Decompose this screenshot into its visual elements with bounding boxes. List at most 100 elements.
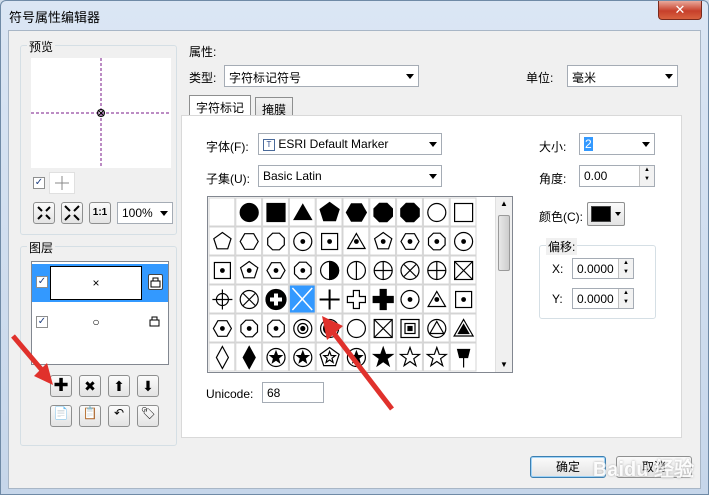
y-offset-spinner[interactable]: 0.0000 ▲ ▼ xyxy=(572,288,634,309)
paste-layer-button[interactable]: 📋 xyxy=(79,405,101,427)
angle-spinner[interactable]: 0.00 ▲ ▼ xyxy=(579,165,655,187)
glyph-cell[interactable] xyxy=(315,226,343,256)
glyph-cell[interactable] xyxy=(315,313,343,343)
move-down-button[interactable]: ⬇ xyxy=(137,375,159,397)
glyph-grid[interactable] xyxy=(208,197,496,372)
glyph-cell[interactable] xyxy=(396,197,423,227)
tab-mask[interactable]: 掩膜 xyxy=(255,97,294,117)
glyph-cell[interactable] xyxy=(288,284,316,314)
zoom-select[interactable]: 100% xyxy=(117,202,173,224)
move-up-button[interactable]: ⬆ xyxy=(108,375,130,397)
glyph-cell[interactable] xyxy=(235,284,263,314)
glyph-cell[interactable] xyxy=(208,284,236,314)
glyph-cell[interactable] xyxy=(369,197,397,227)
glyph-cell[interactable] xyxy=(288,197,316,227)
glyph-cell[interactable] xyxy=(369,313,397,343)
glyph-cell[interactable] xyxy=(235,313,263,343)
glyph-cell[interactable] xyxy=(449,284,477,314)
glyph-cell[interactable] xyxy=(342,342,370,372)
glyph-cell[interactable] xyxy=(422,313,450,343)
glyph-cell[interactable] xyxy=(262,226,289,256)
actual-size-button[interactable]: 1:1 xyxy=(89,202,111,224)
glyph-cell[interactable] xyxy=(369,284,397,314)
glyph-cell[interactable] xyxy=(315,197,343,227)
glyph-cell[interactable] xyxy=(396,255,423,285)
glyph-cell[interactable] xyxy=(262,284,289,314)
glyph-cell[interactable] xyxy=(208,197,236,227)
glyph-cell[interactable] xyxy=(342,313,370,343)
glyph-cell[interactable] xyxy=(369,342,397,372)
character-grid[interactable]: ▲ ▼ xyxy=(207,196,513,373)
zoom-in-button[interactable] xyxy=(33,202,55,224)
font-select[interactable]: T ESRI Default Marker xyxy=(258,133,442,155)
crosshair-checkbox[interactable]: ✓ xyxy=(33,177,45,189)
glyph-cell[interactable] xyxy=(342,255,370,285)
glyph-cell[interactable] xyxy=(235,342,263,372)
layer-visible-checkbox[interactable]: ✓ xyxy=(36,316,48,328)
glyph-cell[interactable] xyxy=(396,342,423,372)
glyph-cell[interactable] xyxy=(235,226,263,256)
glyph-cell[interactable] xyxy=(208,226,236,256)
glyph-cell[interactable] xyxy=(396,284,423,314)
glyph-cell[interactable] xyxy=(262,313,289,343)
glyph-cell[interactable] xyxy=(422,226,450,256)
spinner-arrows[interactable]: ▲ ▼ xyxy=(639,166,654,186)
spinner-arrows[interactable]: ▲ ▼ xyxy=(618,289,633,308)
glyph-cell[interactable] xyxy=(449,342,477,372)
crosshair-toggle-icon[interactable] xyxy=(49,172,75,194)
glyph-cell[interactable] xyxy=(262,197,289,227)
glyph-cell[interactable] xyxy=(288,342,316,372)
scroll-down-icon[interactable]: ▼ xyxy=(496,358,512,372)
glyph-cell[interactable] xyxy=(235,255,263,285)
spinner-arrows[interactable]: ▲ ▼ xyxy=(618,259,633,278)
glyph-cell[interactable] xyxy=(208,255,236,285)
glyph-cell[interactable] xyxy=(396,226,423,256)
add-layer-button[interactable]: ✚ xyxy=(50,375,72,397)
unit-select[interactable]: 毫米 xyxy=(567,65,678,87)
glyph-cell[interactable] xyxy=(369,255,397,285)
type-select[interactable]: 字符标记符号 xyxy=(224,65,419,87)
glyph-cell[interactable] xyxy=(235,197,263,227)
glyph-cell[interactable] xyxy=(342,284,370,314)
close-button[interactable]: ✕ xyxy=(658,1,702,20)
glyph-cell[interactable] xyxy=(449,255,477,285)
title-bar[interactable]: 符号属性编辑器 ✕ xyxy=(1,1,708,29)
subset-select[interactable]: Basic Latin xyxy=(258,165,442,187)
glyph-cell[interactable] xyxy=(396,313,423,343)
glyph-cell[interactable] xyxy=(422,255,450,285)
zoom-out-button[interactable] xyxy=(61,202,83,224)
size-select[interactable]: 2 xyxy=(579,133,655,155)
x-offset-spinner[interactable]: 0.0000 ▲ ▼ xyxy=(572,258,634,279)
glyph-cell[interactable] xyxy=(262,255,289,285)
glyph-cell[interactable] xyxy=(449,226,477,256)
color-picker-button[interactable] xyxy=(587,202,625,226)
glyph-cell[interactable] xyxy=(422,342,450,372)
glyph-cell[interactable] xyxy=(208,313,236,343)
unicode-field[interactable]: 68 xyxy=(262,382,324,403)
symbol-properties-button[interactable]: 🏷 xyxy=(137,405,159,427)
reset-layer-button[interactable]: ↶ xyxy=(108,405,130,427)
glyph-cell[interactable] xyxy=(315,284,343,314)
layer-lock-icon[interactable] xyxy=(148,274,163,290)
glyph-cell[interactable] xyxy=(449,313,477,343)
glyph-cell[interactable] xyxy=(449,197,477,227)
layer-lock-icon[interactable] xyxy=(148,314,163,330)
scroll-up-icon[interactable]: ▲ xyxy=(496,197,512,211)
layer-row[interactable]: ✓ × xyxy=(32,264,168,302)
glyph-cell[interactable] xyxy=(288,255,316,285)
glyph-cell[interactable] xyxy=(369,226,397,256)
layer-visible-checkbox[interactable]: ✓ xyxy=(36,276,48,288)
glyph-cell[interactable] xyxy=(422,284,450,314)
glyph-cell[interactable] xyxy=(315,255,343,285)
glyph-cell[interactable] xyxy=(208,342,236,372)
glyph-cell[interactable] xyxy=(262,342,289,372)
glyph-cell[interactable] xyxy=(422,197,450,227)
remove-layer-button[interactable]: ✖ xyxy=(79,375,101,397)
copy-layer-button[interactable]: 📄 xyxy=(50,405,72,427)
glyph-cell[interactable] xyxy=(288,226,316,256)
scroll-thumb[interactable] xyxy=(498,215,510,271)
tab-character-marker[interactable]: 字符标记 xyxy=(189,95,252,115)
glyph-cell[interactable] xyxy=(315,342,343,372)
layer-row[interactable]: ✓ ○ xyxy=(32,304,168,342)
glyph-cell[interactable] xyxy=(342,226,370,256)
